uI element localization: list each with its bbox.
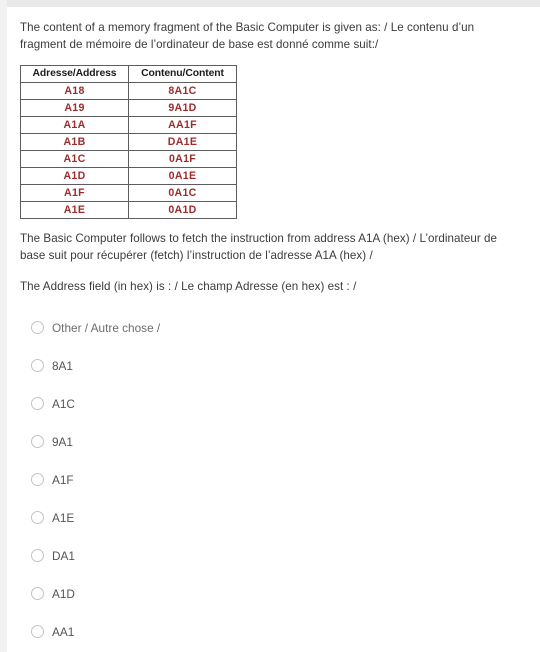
radio-button-icon[interactable] xyxy=(31,625,44,638)
cell-address: A1F xyxy=(20,184,129,202)
answer-option-label: DA1 xyxy=(52,548,75,563)
cell-address: A1A xyxy=(20,116,129,134)
answer-option-label: A1C xyxy=(52,396,75,411)
answer-option[interactable]: DA1 xyxy=(20,546,528,566)
answer-option-label: 8A1 xyxy=(52,358,73,373)
answer-option[interactable]: 9A1 xyxy=(20,432,528,452)
cell-address: A1D xyxy=(20,167,129,185)
answer-option-label: A1F xyxy=(52,472,74,487)
cell-content: 9A1D xyxy=(128,99,237,117)
fetch-instruction-paragraph: The Basic Computer follows to fetch the … xyxy=(20,232,498,262)
cell-content: AA1F xyxy=(128,116,237,134)
cell-content: DA1E xyxy=(128,133,237,151)
answer-option-label: A1E xyxy=(52,510,75,525)
table-row: A19 9A1D xyxy=(20,99,237,117)
answer-option[interactable]: 8A1 xyxy=(20,356,528,376)
table-row: A18 8A1C xyxy=(20,82,237,100)
radio-button-icon[interactable] xyxy=(31,321,44,334)
radio-button-icon[interactable] xyxy=(31,473,44,486)
answer-option[interactable]: Other / Autre chose / xyxy=(20,318,528,338)
radio-button-icon[interactable] xyxy=(31,435,44,448)
table-header-row: Adresse/Address Contenu/Content xyxy=(20,65,237,83)
radio-button-icon[interactable] xyxy=(31,397,44,410)
cell-content: 0A1E xyxy=(128,167,237,185)
cell-address: A18 xyxy=(20,82,129,100)
cell-address: A19 xyxy=(20,99,129,117)
answer-option-label: A1D xyxy=(52,586,75,601)
column-header-content: Contenu/Content xyxy=(128,65,237,83)
answer-option[interactable]: A1D xyxy=(20,584,528,604)
memory-table-body: A18 8A1C A19 9A1D A1A AA1F A1B DA1E A1C 0A1F A1D 0A… xyxy=(20,82,237,219)
answer-option[interactable]: AA1 xyxy=(20,622,528,642)
answer-option[interactable]: A1F xyxy=(20,470,528,490)
cell-content: 0A1F xyxy=(128,150,237,168)
table-row: A1E 0A1D xyxy=(20,201,237,219)
answer-options-list: Other / Autre chose / 8A1 A1C 9A1 A1F A1E DA1 A… xyxy=(20,318,528,642)
answer-option-label: AA1 xyxy=(52,624,75,639)
answer-option[interactable]: A1C xyxy=(20,394,528,414)
answer-option[interactable]: A1E xyxy=(20,508,528,528)
table-row: A1A AA1F xyxy=(20,116,237,134)
cell-address: A1E xyxy=(20,201,129,219)
top-edge-strip xyxy=(0,0,540,7)
intro-paragraph: The content of a memory fragment of the … xyxy=(20,21,475,51)
table-row: A1D 0A1E xyxy=(20,167,237,185)
radio-button-icon[interactable] xyxy=(31,359,44,372)
table-row: A1B DA1E xyxy=(20,133,237,151)
memory-table-container: Adresse/Address Contenu/Content A18 8A1C A… xyxy=(20,65,237,219)
radio-button-icon[interactable] xyxy=(31,549,44,562)
question-prompt: The Address field (in hex) is : / Le cha… xyxy=(20,280,357,293)
cell-address: A1C xyxy=(20,150,129,168)
table-row: A1F 0A1C xyxy=(20,184,237,202)
radio-button-icon[interactable] xyxy=(31,511,44,524)
memory-table: Adresse/Address Contenu/Content A18 8A1C A… xyxy=(20,65,237,219)
table-row: A1C 0A1F xyxy=(20,150,237,168)
cell-content: 8A1C xyxy=(128,82,237,100)
cell-content: 0A1D xyxy=(128,201,237,219)
answer-option-label: 9A1 xyxy=(52,434,73,449)
question-page: The content of a memory fragment of the … xyxy=(7,7,540,652)
answer-option-label: Other / Autre chose / xyxy=(52,320,161,335)
cell-content: 0A1C xyxy=(128,184,237,202)
cell-address: A1B xyxy=(20,133,129,151)
column-header-address: Adresse/Address xyxy=(20,65,129,83)
radio-button-icon[interactable] xyxy=(31,587,44,600)
left-edge-strip xyxy=(0,0,7,652)
